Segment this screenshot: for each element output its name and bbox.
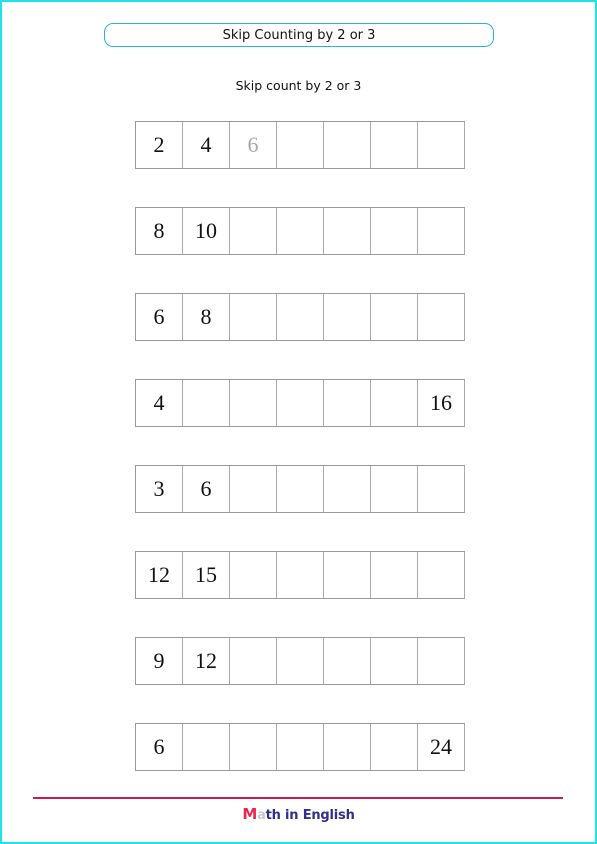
answer-cell[interactable]	[418, 552, 465, 599]
logo-text: th in English	[265, 808, 355, 823]
answer-cell[interactable]	[371, 466, 418, 513]
answer-cell[interactable]	[183, 380, 230, 427]
given-number-cell: 4	[183, 122, 230, 169]
given-number-cell: 12	[136, 552, 183, 599]
answer-cell[interactable]	[277, 552, 324, 599]
answer-cell[interactable]	[418, 122, 465, 169]
answer-cell[interactable]	[371, 724, 418, 771]
hint-number-cell: 6	[230, 122, 277, 169]
worksheet-title-text: Skip Counting by 2 or 3	[222, 27, 376, 43]
answer-cell[interactable]	[324, 122, 371, 169]
worksheet-title: Skip Counting by 2 or 3	[104, 23, 494, 47]
footer-divider	[33, 797, 563, 799]
answer-cell[interactable]	[230, 724, 277, 771]
given-number-cell: 6	[136, 294, 183, 341]
math-in-english-logo: Math in English	[0, 805, 597, 823]
answer-cell[interactable]	[277, 122, 324, 169]
given-number-cell: 8	[183, 294, 230, 341]
exercise-row: 8 10	[135, 207, 465, 255]
answer-cell[interactable]	[324, 552, 371, 599]
answer-cell[interactable]	[324, 466, 371, 513]
answer-cell[interactable]	[324, 294, 371, 341]
given-number-cell: 4	[136, 380, 183, 427]
answer-cell[interactable]	[277, 380, 324, 427]
answer-cell[interactable]	[230, 466, 277, 513]
given-number-cell: 2	[136, 122, 183, 169]
answer-cell[interactable]	[418, 294, 465, 341]
answer-cell[interactable]	[324, 380, 371, 427]
answer-cell[interactable]	[277, 294, 324, 341]
answer-cell[interactable]	[277, 466, 324, 513]
exercise-row: 6 24	[135, 723, 465, 771]
given-number-cell: 3	[136, 466, 183, 513]
answer-cell[interactable]	[277, 208, 324, 255]
answer-cell[interactable]	[230, 638, 277, 685]
answer-cell[interactable]	[371, 208, 418, 255]
answer-cell[interactable]	[183, 724, 230, 771]
given-number-cell: 24	[418, 724, 465, 771]
answer-cell[interactable]	[230, 294, 277, 341]
given-number-cell: 8	[136, 208, 183, 255]
exercise-row: 4 16	[135, 379, 465, 427]
given-number-cell: 15	[183, 552, 230, 599]
answer-cell[interactable]	[324, 638, 371, 685]
answer-cell[interactable]	[418, 208, 465, 255]
exercise-row: 12 15	[135, 551, 465, 599]
given-number-cell: 9	[136, 638, 183, 685]
logo-m: M	[242, 805, 258, 823]
answer-cell[interactable]	[371, 552, 418, 599]
answer-cell[interactable]	[230, 380, 277, 427]
answer-cell[interactable]	[230, 208, 277, 255]
answer-cell[interactable]	[324, 208, 371, 255]
answer-cell[interactable]	[371, 294, 418, 341]
answer-cell[interactable]	[371, 122, 418, 169]
given-number-cell: 6	[136, 724, 183, 771]
given-number-cell: 6	[183, 466, 230, 513]
logo-a: a	[257, 808, 266, 823]
answer-cell[interactable]	[324, 724, 371, 771]
given-number-cell: 16	[418, 380, 465, 427]
exercise-row: 9 12	[135, 637, 465, 685]
answer-cell[interactable]	[371, 380, 418, 427]
given-number-cell: 10	[183, 208, 230, 255]
answer-cell[interactable]	[418, 638, 465, 685]
given-number-cell: 12	[183, 638, 230, 685]
exercise-row: 68	[135, 293, 465, 341]
instructions: Skip count by 2 or 3	[235, 78, 362, 93]
exercise-row: 246	[135, 121, 465, 169]
answer-cell[interactable]	[277, 724, 324, 771]
answer-cell[interactable]	[371, 638, 418, 685]
exercise-row: 36	[135, 465, 465, 513]
answer-cell[interactable]	[277, 638, 324, 685]
answer-cell[interactable]	[230, 552, 277, 599]
answer-cell[interactable]	[418, 466, 465, 513]
